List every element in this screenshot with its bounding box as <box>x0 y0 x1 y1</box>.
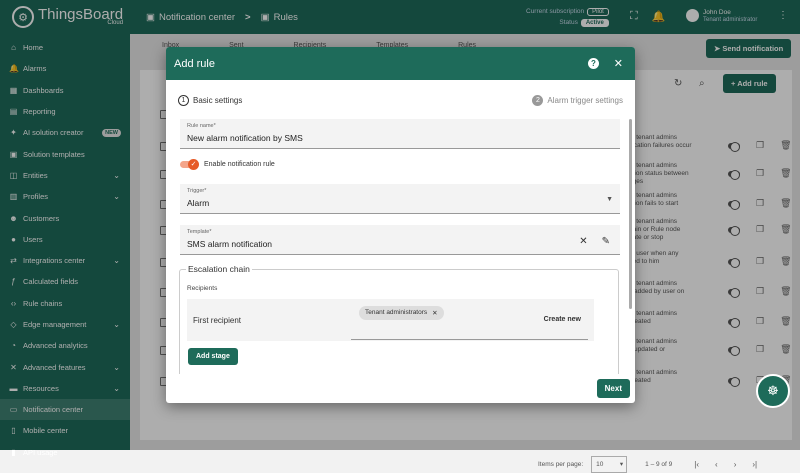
dialog-title: Add rule <box>174 57 215 70</box>
rule-name-label: Rule name* <box>187 123 216 129</box>
chip-label: Tenant administrators <box>365 309 428 316</box>
template-value: SMS alarm notification <box>187 239 273 249</box>
recipients-input[interactable]: Tenant administrators ✕ Create new <box>351 299 588 340</box>
recipient-stage: First recipient Tenant administrators ✕ … <box>187 299 594 341</box>
next-page-icon[interactable]: › <box>734 460 737 469</box>
page-nav: |‹ ‹ › ›| <box>694 460 757 469</box>
chip-remove-icon[interactable]: ✕ <box>432 309 437 317</box>
dialog-body: Rule name* New alarm notification by SMS… <box>166 119 635 374</box>
step-number: 1 <box>178 95 189 106</box>
enable-toggle[interactable]: Enable notification rule <box>180 158 275 170</box>
rule-name-field[interactable]: Rule name* New alarm notification by SMS <box>180 119 620 149</box>
template-label: Template* <box>187 229 212 235</box>
help-bot-icon[interactable]: ☸ <box>756 374 790 408</box>
step-basic-settings[interactable]: 1 Basic settings <box>178 95 242 106</box>
recipients-label: Recipients <box>187 285 218 292</box>
prev-page-icon[interactable]: ‹ <box>715 460 718 469</box>
add-stage-button[interactable]: Add stage <box>188 348 238 365</box>
template-field[interactable]: Template* SMS alarm notification ✕ ✎ <box>180 225 620 255</box>
edit-pencil-icon[interactable]: ✎ <box>602 236 610 247</box>
first-recipient-label: First recipient <box>193 316 242 325</box>
step-number: 2 <box>532 95 544 106</box>
recipient-chip[interactable]: Tenant administrators ✕ <box>359 306 444 320</box>
add-rule-dialog: Add rule ? ✕ 1 Basic settings 2 Alarm tr… <box>166 47 635 403</box>
last-page-icon[interactable]: ›| <box>752 460 757 469</box>
page-range: 1 – 9 of 9 <box>645 461 673 468</box>
escalation-chain: Escalation chain Recipients First recipi… <box>179 264 619 374</box>
trigger-label: Trigger* <box>187 188 207 194</box>
step-label: Basic settings <box>193 96 243 105</box>
first-page-icon[interactable]: |‹ <box>694 460 699 469</box>
toggle-switch[interactable] <box>180 158 199 170</box>
dropdown-arrow-icon: ▼ <box>606 196 613 203</box>
enable-label: Enable notification rule <box>204 161 275 168</box>
paginator: Items per page: 10 1 – 9 of 9 |‹ ‹ › ›| <box>538 456 757 473</box>
rule-name-value: New alarm notification by SMS <box>187 133 303 143</box>
close-icon[interactable]: ✕ <box>614 57 623 70</box>
escalation-legend: Escalation chain <box>186 264 252 274</box>
clear-icon[interactable]: ✕ <box>579 236 587 247</box>
page-size-select[interactable]: 10 <box>591 456 628 473</box>
help-icon[interactable]: ? <box>588 58 599 69</box>
dialog-header: Add rule ? ✕ <box>166 47 635 80</box>
step-label: Alarm trigger settings <box>547 96 623 105</box>
trigger-value: Alarm <box>187 198 210 208</box>
next-button[interactable]: Next <box>596 379 630 398</box>
items-per-page-label: Items per page: <box>538 461 584 468</box>
stepper: 1 Basic settings 2 Alarm trigger setting… <box>178 95 623 106</box>
scrollbar[interactable] <box>629 119 632 309</box>
step-alarm-trigger-settings[interactable]: 2 Alarm trigger settings <box>532 95 623 106</box>
trigger-select[interactable]: Trigger* Alarm ▼ <box>180 184 620 214</box>
create-new-link[interactable]: Create new <box>544 316 581 323</box>
